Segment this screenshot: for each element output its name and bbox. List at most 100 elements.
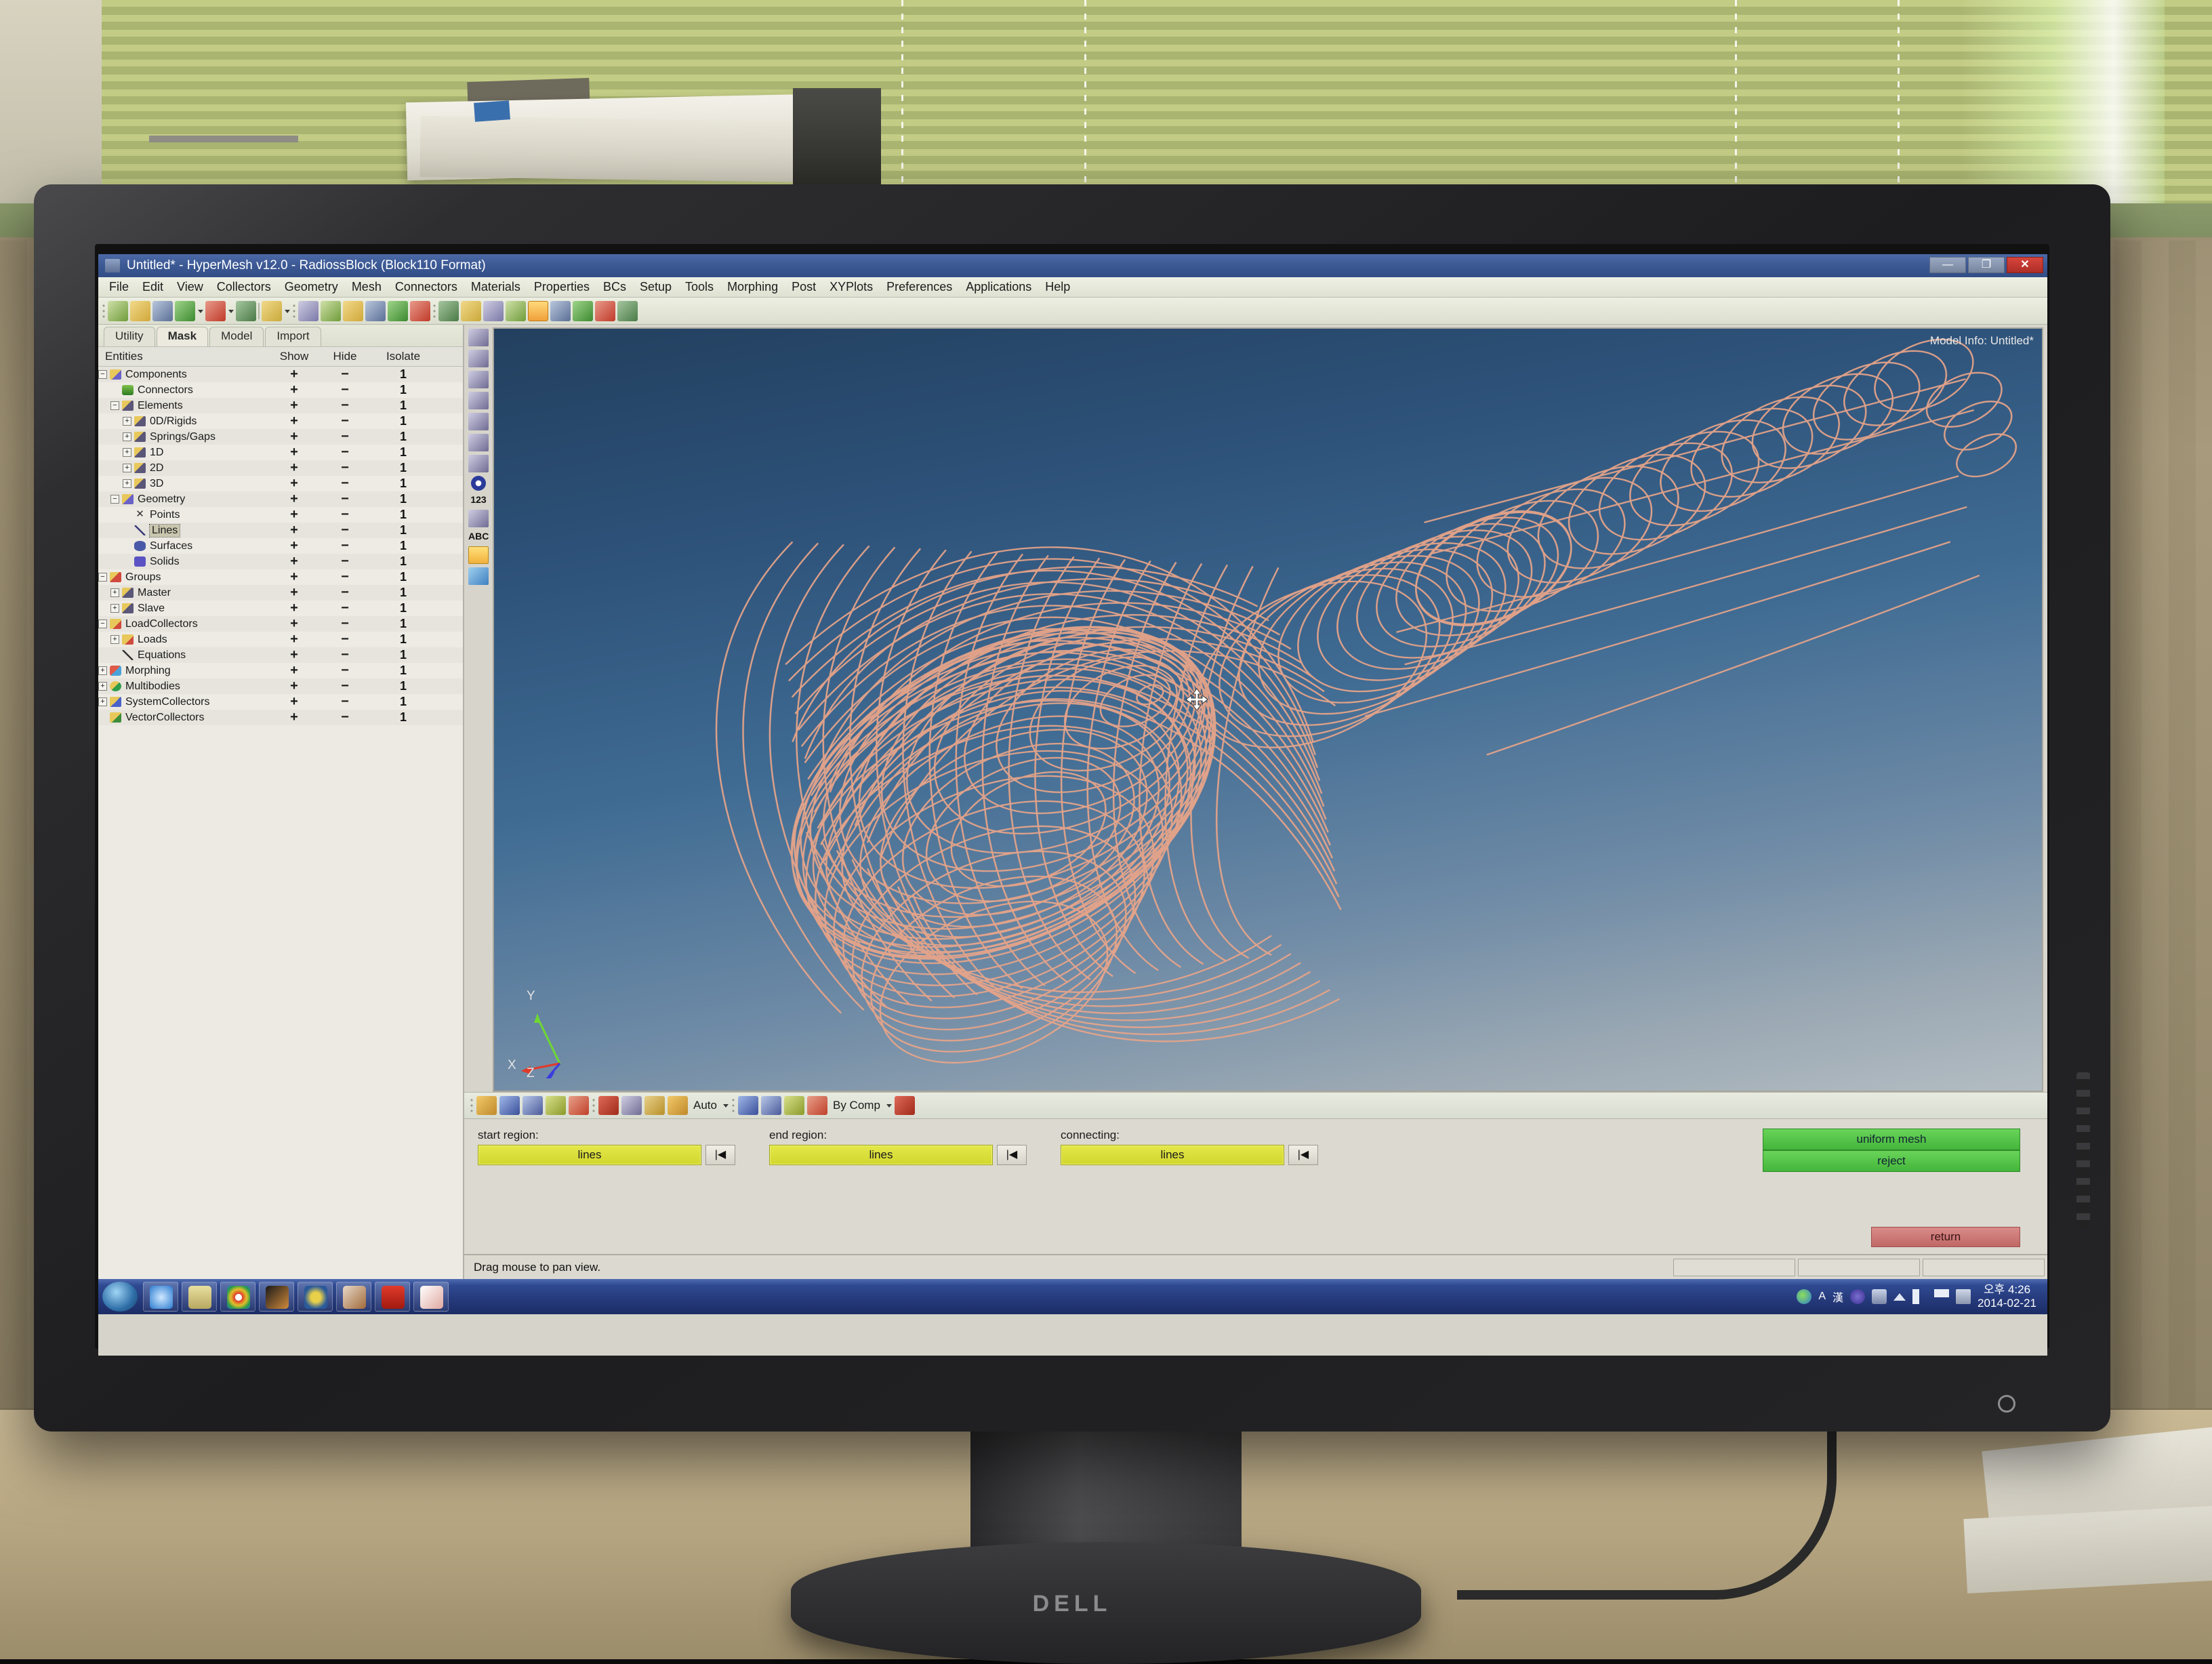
tab-utility[interactable]: Utility — [104, 327, 155, 346]
tree-item-label-slave[interactable]: Slave — [138, 603, 165, 615]
tree-row[interactable]: +Morphing+−1 — [98, 663, 463, 678]
tree-row[interactable]: −Elements+−1 — [98, 398, 463, 413]
surface-mesh-icon[interactable] — [761, 1096, 781, 1115]
display-icon[interactable] — [1956, 1289, 1971, 1304]
menu-item-mesh[interactable]: Mesh — [345, 280, 388, 294]
zoom-out-icon[interactable] — [483, 301, 504, 321]
toolbar-grip[interactable] — [102, 302, 106, 320]
start-orb-icon[interactable] — [102, 1282, 138, 1312]
show-button[interactable]: + — [268, 647, 321, 663]
expand-icon[interactable]: + — [110, 635, 119, 644]
isolate-button[interactable]: 1 — [369, 539, 437, 553]
tree-row[interactable]: −Components+−1 — [98, 367, 463, 382]
taskbar-item-file-explorer[interactable] — [182, 1282, 217, 1312]
show-button[interactable]: + — [268, 398, 321, 413]
toolbar-grip[interactable] — [292, 302, 296, 320]
mask-icon[interactable] — [807, 1096, 827, 1115]
tab-model[interactable]: Model — [209, 327, 264, 346]
show-button[interactable]: + — [268, 429, 321, 445]
isolate-button[interactable]: 1 — [369, 399, 437, 413]
isolate-button[interactable]: 1 — [369, 367, 437, 382]
taskbar-item-adobe-reader[interactable] — [375, 1282, 410, 1312]
yz-view-icon[interactable] — [365, 301, 386, 321]
arrow-updown-icon[interactable] — [573, 301, 593, 321]
mesh-check-icon[interactable] — [468, 413, 489, 430]
show-button[interactable]: + — [268, 523, 321, 538]
expand-icon[interactable]: + — [110, 604, 119, 613]
tree-item-label-geometry[interactable]: Geometry — [138, 493, 185, 506]
collectors-icon[interactable] — [262, 301, 282, 321]
tree-row[interactable]: +Slave+−1 — [98, 601, 463, 616]
tree-item-label-0d-rigids[interactable]: 0D/Rigids — [150, 415, 197, 428]
isolate-button[interactable]: 1 — [369, 523, 437, 537]
show-button[interactable]: + — [268, 367, 321, 382]
taskbar-item-winrar[interactable] — [336, 1282, 371, 1312]
show-button[interactable]: + — [268, 694, 321, 710]
hide-button[interactable]: − — [321, 491, 369, 507]
mesh-toolbar-grip[interactable] — [470, 1097, 474, 1114]
menu-item-edit[interactable]: Edit — [136, 280, 170, 294]
show-button[interactable]: + — [268, 710, 321, 725]
hide-button[interactable]: − — [321, 460, 369, 476]
info-icon[interactable] — [471, 476, 486, 491]
tree-item-label-elements[interactable]: Elements — [138, 400, 183, 412]
ime-hanja-indicator[interactable]: 漢 — [1832, 1288, 1843, 1305]
tree-item-label-springs-gaps[interactable]: Springs/Gaps — [150, 431, 216, 443]
iso-view-icon[interactable] — [410, 301, 430, 321]
toolbar-dropdown-arrow[interactable] — [284, 301, 290, 321]
menu-item-connectors[interactable]: Connectors — [388, 280, 464, 294]
tree-row[interactable]: +3D+−1 — [98, 476, 463, 491]
delete-icon[interactable] — [598, 1096, 619, 1115]
hexa-icon[interactable] — [569, 1096, 589, 1115]
menu-item-collectors[interactable]: Collectors — [210, 280, 278, 294]
tab-import[interactable]: Import — [265, 327, 321, 346]
end-region-selector[interactable]: lines — [769, 1145, 993, 1165]
tree-item-label-3d[interactable]: 3D — [150, 478, 163, 490]
tree-item-label-multibodies[interactable]: Multibodies — [125, 681, 180, 693]
auto-dropdown-arrow[interactable] — [722, 1095, 729, 1116]
tree-item-label-vectorcollectors[interactable]: VectorCollectors — [125, 712, 205, 724]
help-icon[interactable] — [1850, 1289, 1865, 1304]
menu-item-preferences[interactable]: Preferences — [880, 280, 959, 294]
taskbar-item-google-chrome[interactable] — [220, 1282, 255, 1312]
isolate-button[interactable]: 1 — [369, 445, 437, 460]
shrink-wrap-icon[interactable] — [468, 329, 489, 346]
tree-item-label-loadcollectors[interactable]: LoadCollectors — [125, 618, 198, 630]
show-button[interactable]: + — [268, 663, 321, 678]
tree-row[interactable]: +Loads+−1 — [98, 632, 463, 647]
expand-icon[interactable]: + — [110, 588, 119, 597]
expand-icon[interactable]: + — [123, 432, 131, 441]
flag-icon[interactable] — [1934, 1289, 1949, 1304]
collapse-icon[interactable]: − — [110, 495, 119, 504]
tree-row[interactable]: +Springs/Gaps+−1 — [98, 429, 463, 445]
tree-item-label-solids[interactable]: Solids — [150, 556, 180, 568]
uniform-mesh-button[interactable]: uniform mesh — [1763, 1129, 2020, 1150]
menu-item-view[interactable]: View — [170, 280, 210, 294]
tree-item-label-systemcollectors[interactable]: SystemCollectors — [125, 696, 209, 708]
element-color-icon[interactable] — [738, 1096, 758, 1115]
isolate-button[interactable]: 1 — [369, 508, 437, 522]
save-model-icon[interactable] — [152, 301, 173, 321]
arrow-both-icon[interactable] — [550, 301, 571, 321]
isolate-button[interactable]: 1 — [369, 632, 437, 647]
hide-button[interactable]: − — [321, 445, 369, 460]
menu-item-geometry[interactable]: Geometry — [278, 280, 345, 294]
element-display-icon[interactable] — [468, 392, 489, 409]
isolate-button[interactable]: 1 — [369, 430, 437, 444]
hide-button[interactable]: − — [321, 663, 369, 678]
isolate-button[interactable]: 1 — [369, 617, 437, 631]
hide-button[interactable]: − — [321, 413, 369, 429]
menu-item-help[interactable]: Help — [1038, 280, 1077, 294]
rotate-icon[interactable] — [438, 301, 459, 321]
connecting-selector[interactable]: lines — [1061, 1145, 1284, 1165]
collapse-icon[interactable]: − — [98, 573, 107, 582]
tree-row[interactable]: Surfaces+−1 — [98, 538, 463, 554]
open-model-icon[interactable] — [130, 301, 150, 321]
mesh-toolbar-grip[interactable] — [592, 1097, 596, 1114]
restore-button[interactable]: ❐ — [1968, 257, 2005, 273]
taskbar-item-media-player[interactable] — [298, 1282, 333, 1312]
show-button[interactable]: + — [268, 585, 321, 601]
isolate-button[interactable]: 1 — [369, 695, 437, 709]
export-icon[interactable] — [205, 301, 226, 321]
tree-item-label-connectors[interactable]: Connectors — [138, 384, 193, 397]
